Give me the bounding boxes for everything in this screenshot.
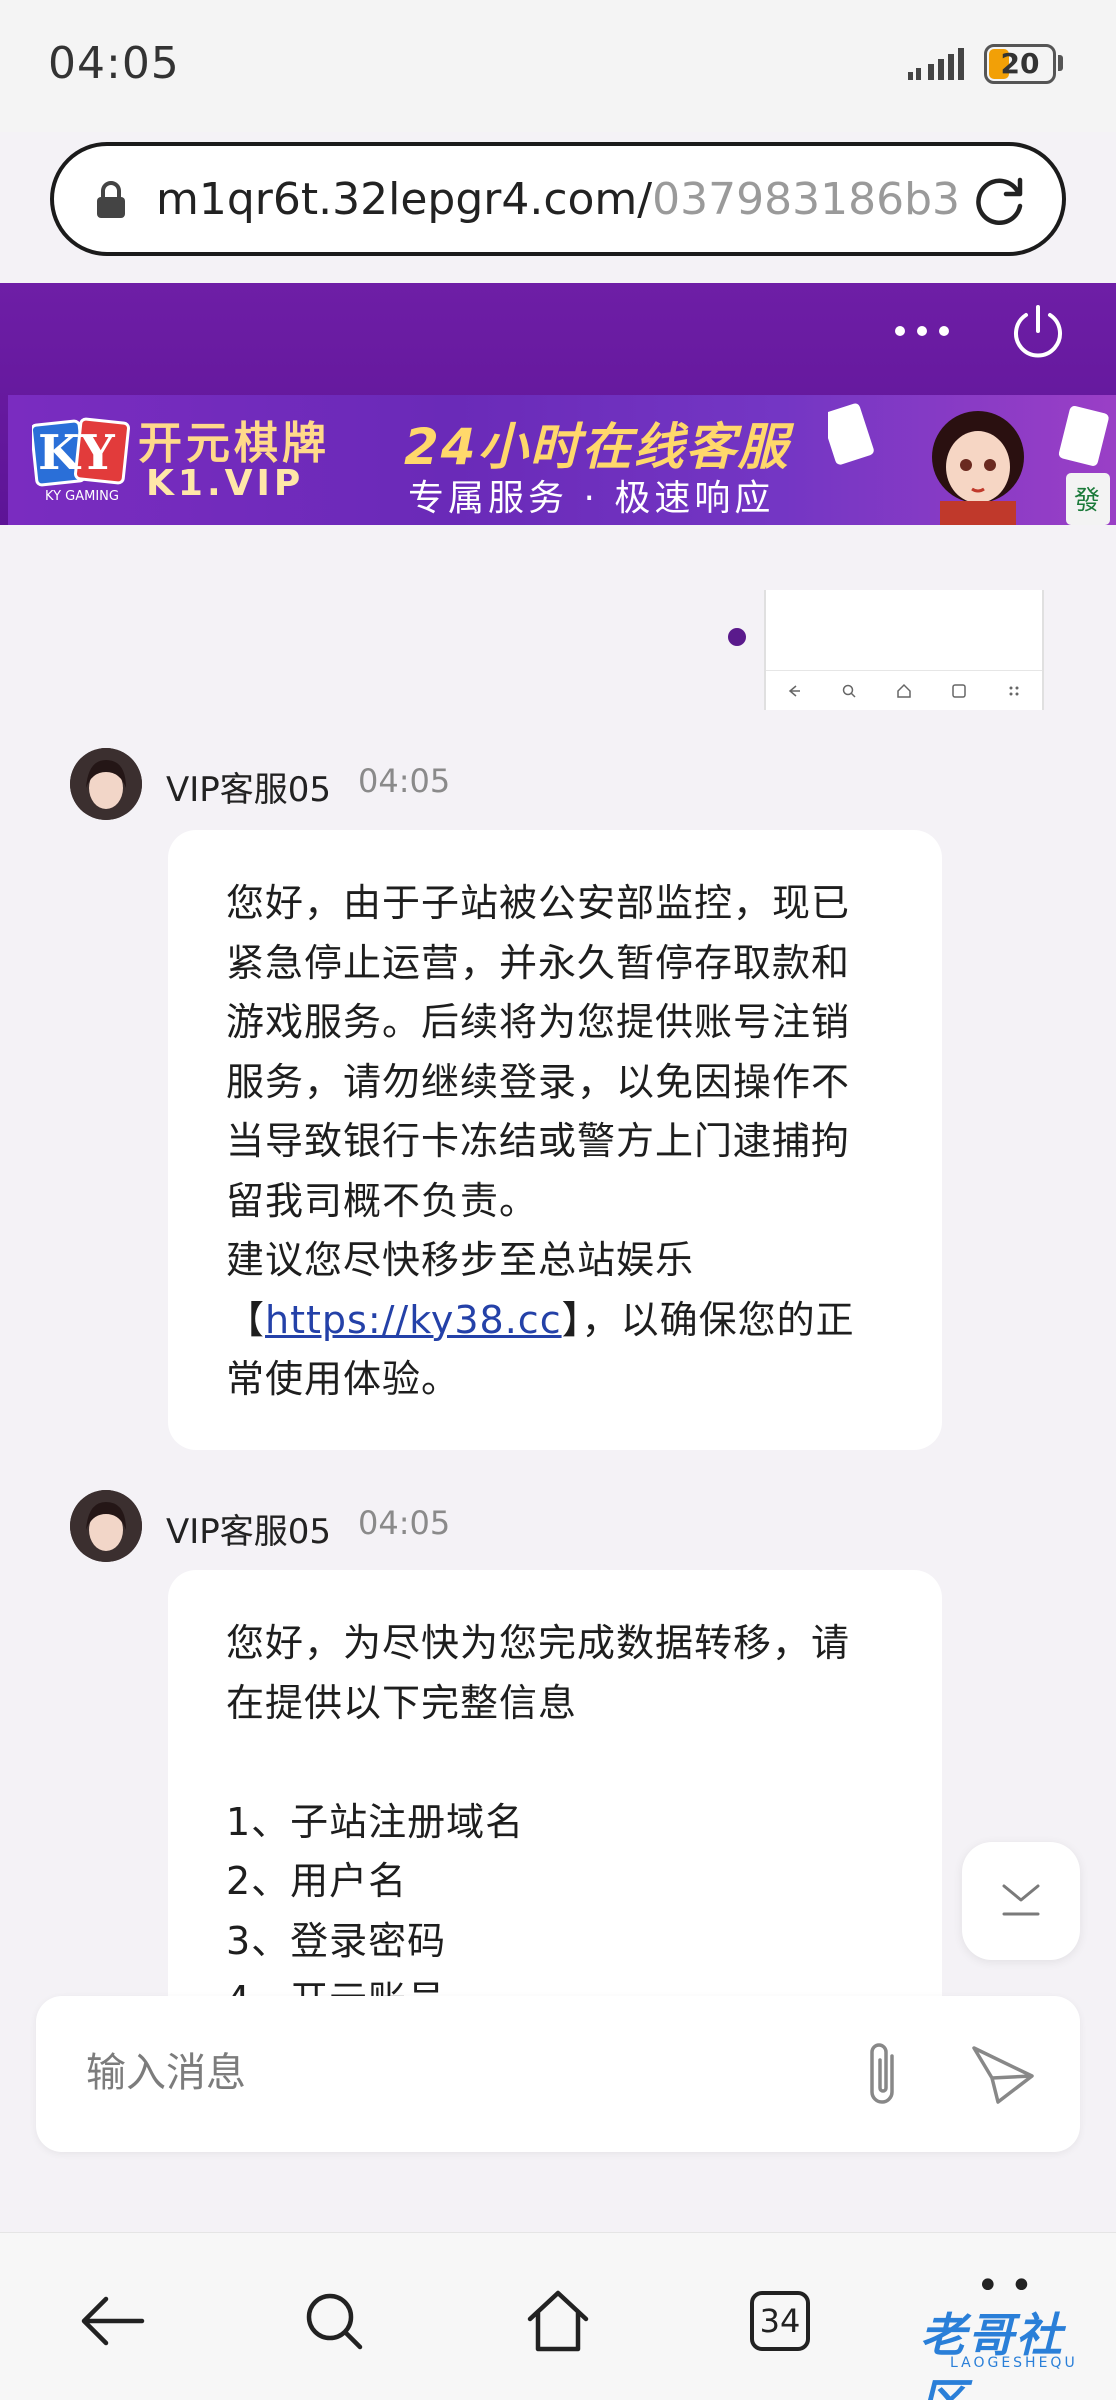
message-viewport[interactable]: 您好，为尽快为您完成数据转移，请在提供以下完整信息 1、子站注册域名 2、用户名…	[0, 1560, 1116, 2000]
banner-subtitle: 专属服务 · 极速响应	[408, 478, 775, 519]
scroll-to-bottom-button[interactable]	[962, 1842, 1080, 1960]
url-domain: m1qr6t.32lepgr4.com/	[156, 174, 653, 225]
message-time: 04:05	[358, 762, 451, 800]
status-time: 04:05	[48, 38, 180, 89]
list-item: 3、登录密码	[226, 1918, 447, 1963]
message-header: VIP客服05 04:05	[70, 1490, 870, 1562]
ky-logo-text: KY	[38, 425, 117, 481]
message-bubble: 您好，由于子站被公安部监控，现已紧急停止运营，并永久暂停存取款和游戏服务。后续将…	[168, 830, 942, 1450]
promo-banner[interactable]: KY KY GAMING 开元棋牌 K1.VIP 24小时在线客服 专属服务 ·…	[8, 395, 1116, 525]
unread-dot	[728, 628, 746, 646]
mascot-illustration: 發	[828, 403, 1110, 525]
avatar[interactable]	[70, 748, 142, 820]
search-icon[interactable]	[298, 2285, 370, 2357]
list-item: 1、子站注册域名	[226, 1799, 525, 1844]
signal-icon	[908, 48, 964, 80]
tabs-button[interactable]: 34	[750, 2291, 810, 2351]
message-intro: 您好，为尽快为您完成数据转移，请在提供以下完整信息	[226, 1621, 851, 1725]
url-text[interactable]: m1qr6t.32lepgr4.com/037983186b3	[156, 170, 980, 230]
sender-name: VIP客服05	[166, 1512, 332, 1552]
url-path: 037983186b3	[652, 174, 960, 225]
browser-nav-bar: 34 •• 老哥社区 LAOGESHEQU	[0, 2232, 1116, 2400]
ky-logo-sub: KY GAMING	[45, 489, 119, 504]
screenshot-thumbnail[interactable]	[764, 590, 1044, 710]
watermark-text: 老哥社区	[920, 2308, 1064, 2400]
message-composer	[36, 1996, 1080, 2152]
reload-icon[interactable]	[970, 170, 1030, 230]
status-bar: 04:05 20	[0, 0, 1116, 132]
brand-name-en: K1.VIP	[146, 463, 305, 504]
chevron-down-icon	[1002, 1884, 1040, 1916]
svg-text:發: 發	[1074, 486, 1100, 516]
avatar[interactable]	[70, 1490, 142, 1562]
message-text: 您好，由于子站被公安部监控，现已紧急停止运营，并永久暂停存取款和游戏服务。后续将…	[226, 874, 886, 1410]
paperclip-icon[interactable]	[858, 2038, 908, 2112]
list-item: 2、用户名	[226, 1859, 408, 1903]
send-icon[interactable]	[970, 2044, 1036, 2106]
lock-icon	[97, 181, 125, 218]
more-icon[interactable]	[892, 321, 952, 341]
back-arrow-icon[interactable]	[76, 2285, 148, 2357]
url-bar[interactable]: m1qr6t.32lepgr4.com/037983186b3	[50, 142, 1066, 256]
message-body: 您好，由于子站被公安部监控，现已紧急停止运营，并永久暂停存取款和游戏服务。后续将…	[226, 881, 851, 1342]
watermark-logo: •• 老哥社区 LAOGESHEQU	[880, 2263, 1100, 2400]
brand-name-cn: 开元棋牌	[138, 418, 330, 469]
message-time: 04:05	[358, 1504, 451, 1542]
power-icon[interactable]	[1010, 303, 1066, 359]
message-input[interactable]	[86, 2036, 846, 2110]
battery-level: 20	[1000, 47, 1040, 80]
message-bubble: 您好，为尽快为您完成数据转移，请在提供以下完整信息 1、子站注册域名 2、用户名…	[168, 1570, 942, 2000]
watermark-subtext: LAOGESHEQU	[950, 2355, 1078, 2371]
home-icon[interactable]	[522, 2285, 594, 2357]
sender-name: VIP客服05	[166, 770, 332, 810]
message-link[interactable]: https://ky38.cc	[265, 1298, 562, 1342]
battery-icon: 20	[984, 44, 1056, 84]
message-header: VIP客服05 04:05	[70, 748, 870, 820]
chat-header: KY KY GAMING 开元棋牌 K1.VIP 24小时在线客服 专属服务 ·…	[0, 283, 1116, 525]
